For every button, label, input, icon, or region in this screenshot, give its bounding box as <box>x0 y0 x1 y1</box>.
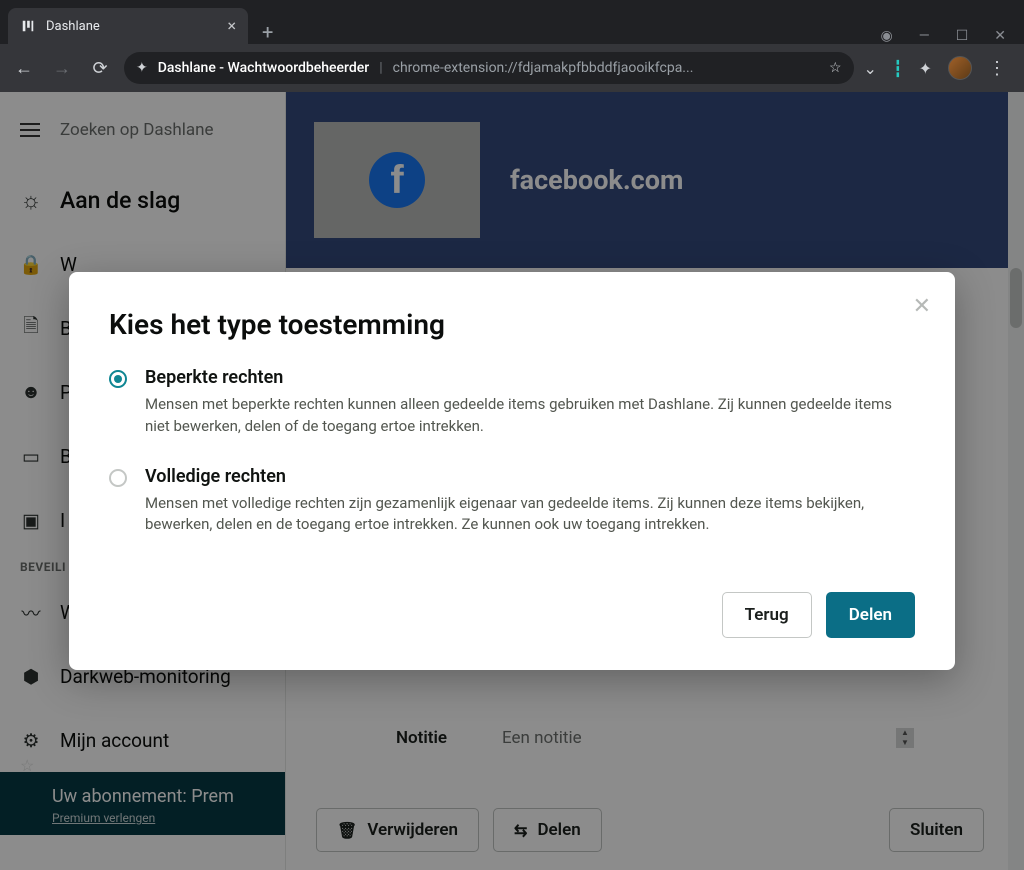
url-bar[interactable]: ✦ Dashlane - Wachtwoordbeheerder | chrom… <box>124 52 854 84</box>
dashlane-icon <box>20 18 36 34</box>
titlebar: Dashlane × + ◉ — ☐ ✕ <box>0 0 1024 44</box>
close-icon[interactable]: ✕ <box>913 294 931 319</box>
back-button[interactable]: Terug <box>722 592 812 638</box>
reader-icon[interactable]: ◉ <box>881 28 893 44</box>
dashlane-ext-icon[interactable]: ┇ <box>893 59 903 78</box>
browser-tab[interactable]: Dashlane × <box>8 8 248 44</box>
reload-button[interactable]: ⟳ <box>86 58 114 79</box>
back-button[interactable]: ← <box>10 58 38 79</box>
app-body: Zoeken op Dashlane ☼ Aan de slag 🔒W 🗎B ☻… <box>0 92 1024 870</box>
window-controls: ◉ — ☐ ✕ <box>881 20 1024 44</box>
modal-actions: Terug Delen <box>109 592 915 638</box>
extension-icon: ✦ <box>136 60 148 76</box>
bookmark-star-icon[interactable]: ☆ <box>829 60 842 76</box>
permission-modal: ✕ Kies het type toestemming Beperkte rec… <box>69 272 955 670</box>
share-submit-button[interactable]: Delen <box>826 592 915 638</box>
browser-toolbar: ← → ⟳ ✦ Dashlane - Wachtwoordbeheerder |… <box>0 44 1024 92</box>
menu-icon[interactable]: ⋮ <box>988 58 1008 79</box>
extensions-icon[interactable]: ✦ <box>919 59 932 78</box>
modal-overlay: ✕ Kies het type toestemming Beperkte rec… <box>0 92 1024 870</box>
minimize-icon[interactable]: — <box>919 28 930 44</box>
radio-unselected[interactable] <box>109 469 127 487</box>
close-tab-icon[interactable]: × <box>227 18 236 34</box>
radio-selected[interactable] <box>109 370 127 388</box>
option-limited[interactable]: Beperkte rechten Mensen met beperkte rec… <box>109 367 915 438</box>
new-tab-button[interactable]: + <box>248 20 287 44</box>
tab-title: Dashlane <box>46 19 100 34</box>
url-path: chrome-extension://fdjamakpfbbddfjaooikf… <box>393 60 694 76</box>
forward-button[interactable]: → <box>48 58 76 79</box>
option-full[interactable]: Volledige rechten Mensen met volledige r… <box>109 466 915 537</box>
pocket-icon[interactable]: ⌄ <box>864 59 877 78</box>
close-window-icon[interactable]: ✕ <box>994 28 1006 44</box>
modal-title: Kies het type toestemming <box>109 308 915 341</box>
profile-avatar[interactable] <box>948 56 972 80</box>
maximize-icon[interactable]: ☐ <box>956 28 969 44</box>
url-title: Dashlane - Wachtwoordbeheerder <box>158 60 369 76</box>
